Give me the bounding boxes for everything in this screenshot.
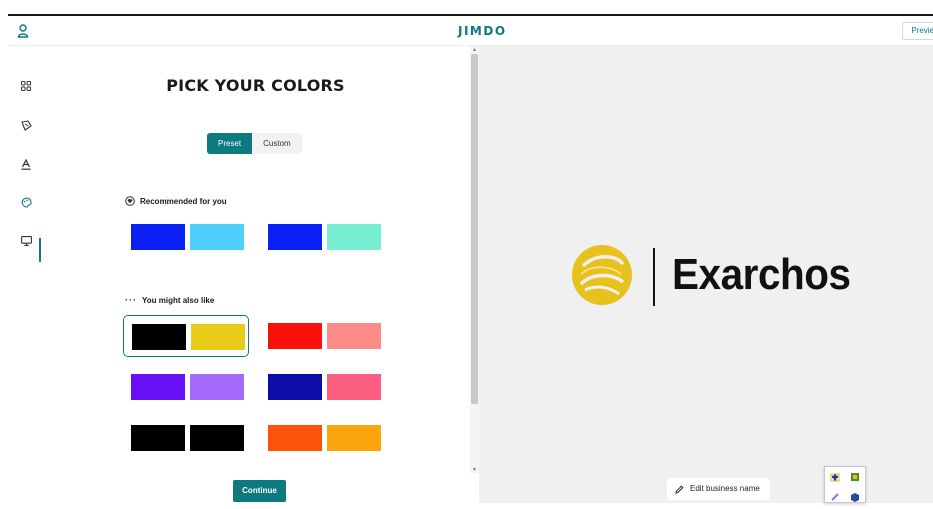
primary-color-swatch [268, 425, 322, 451]
panel-scrollbar[interactable]: ▴ ▾ [470, 46, 479, 473]
brand-logo-icon [572, 245, 632, 305]
top-bar: JIMDO Previe [8, 16, 933, 46]
primary-color-swatch [132, 324, 186, 350]
secondary-color-swatch [190, 224, 244, 250]
primary-color-swatch [131, 425, 185, 451]
continue-button[interactable]: Continue [233, 480, 286, 502]
widget-icons [830, 473, 859, 502]
business-name[interactable]: Exarchos [672, 250, 851, 300]
recommended-label: Recommended for you [140, 196, 227, 206]
sidebar-item-preview-desktop[interactable] [16, 231, 36, 251]
brand-divider [653, 248, 655, 306]
might-like-label: You might also like [142, 295, 215, 305]
secondary-color-swatch [191, 324, 245, 350]
custom-tab[interactable]: Custom [252, 133, 302, 154]
preset-custom-toggle: Preset Custom [207, 133, 302, 154]
secondary-color-swatch [190, 425, 244, 451]
heart-badge-icon [125, 196, 135, 206]
secondary-color-swatch [327, 374, 381, 400]
color-palette-option[interactable] [260, 366, 386, 408]
color-palette-option[interactable] [260, 315, 386, 357]
might-like-heading: ··· You might also like [125, 295, 214, 305]
color-palette-option[interactable] [123, 216, 249, 258]
edit-business-name-label: Edit business name [690, 484, 760, 493]
primary-color-swatch [268, 374, 322, 400]
color-palette-option[interactable] [123, 315, 249, 357]
website-preview: Exarchos Edit business name [479, 46, 933, 503]
user-icon[interactable] [17, 24, 29, 38]
sidebar-item-fonts[interactable] [16, 154, 36, 174]
sidebar-item-pages[interactable] [16, 76, 36, 96]
color-palette-option[interactable] [123, 417, 249, 459]
floating-widget[interactable] [824, 466, 866, 503]
preview-button[interactable]: Previe [902, 22, 933, 40]
sidebar-active-indicator [39, 238, 41, 262]
text-a-icon [21, 158, 31, 170]
edit-business-name-button[interactable]: Edit business name [667, 478, 770, 500]
ellipsis-icon: ··· [125, 295, 137, 305]
scroll-thumb[interactable] [471, 54, 478, 404]
colors-panel: PICK YOUR COLORS Preset Custom Recommend… [48, 46, 470, 503]
color-palette-option[interactable] [123, 366, 249, 408]
palette-icon [21, 196, 32, 208]
primary-color-swatch [268, 224, 322, 250]
sidebar-item-colors[interactable] [16, 192, 36, 212]
secondary-color-swatch [190, 374, 244, 400]
primary-color-swatch [268, 323, 322, 349]
primary-color-swatch [131, 224, 185, 250]
sidebar [8, 46, 48, 503]
grid-icon [21, 81, 31, 91]
secondary-color-swatch [327, 425, 381, 451]
primary-color-swatch [131, 374, 185, 400]
page-title: PICK YOUR COLORS [166, 76, 345, 95]
secondary-color-swatch [327, 224, 381, 250]
preset-tab[interactable]: Preset [207, 133, 253, 154]
scroll-up-arrow-icon[interactable]: ▴ [470, 46, 479, 53]
scroll-down-arrow-icon[interactable]: ▾ [470, 466, 479, 473]
monitor-icon [20, 236, 32, 246]
color-palette-option[interactable] [260, 216, 386, 258]
sidebar-item-design[interactable] [16, 115, 36, 135]
recommended-heading: Recommended for you [125, 196, 227, 206]
jimdo-logo: JIMDO [458, 24, 507, 38]
secondary-color-swatch [327, 323, 381, 349]
brush-icon [20, 119, 32, 131]
color-palette-option[interactable] [260, 417, 386, 459]
pencil-icon [675, 484, 684, 494]
